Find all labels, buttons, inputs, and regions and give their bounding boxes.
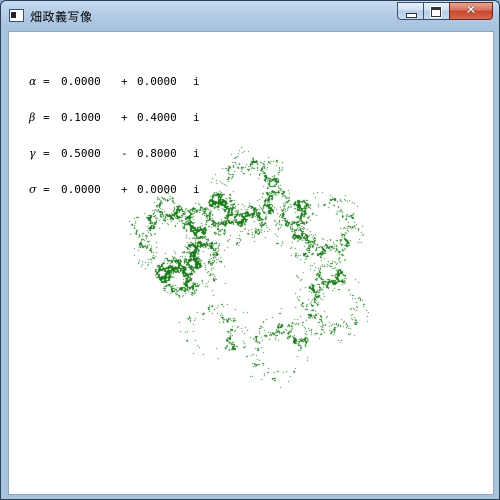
title-bar[interactable]: 畑政義写像 ✕ xyxy=(1,1,499,31)
param-real: 0.0000 xyxy=(61,183,101,196)
param-unit: i xyxy=(193,75,200,88)
param-row-gamma: γ = 0.5000 - 0.8000 i xyxy=(29,148,203,160)
param-row-beta: β = 0.1000 + 0.4000 i xyxy=(29,112,203,124)
window-title: 畑政義写像 xyxy=(30,10,93,24)
minimize-button[interactable] xyxy=(397,2,423,20)
param-row-sigma: σ = 0.0000 + 0.0000 i xyxy=(29,184,203,196)
param-operator: + xyxy=(121,183,128,196)
param-real: 0.0000 xyxy=(61,75,101,88)
param-row-alpha: α = 0.0000 + 0.0000 i xyxy=(29,76,203,88)
param-equals: = xyxy=(43,75,50,88)
parameter-list: α = 0.0000 + 0.0000 i β = 0.1000 + 0.400… xyxy=(29,52,203,220)
param-imag: 0.0000 xyxy=(137,75,177,88)
caption-buttons: ✕ xyxy=(397,2,493,21)
param-equals: = xyxy=(43,111,50,124)
param-symbol: β xyxy=(29,111,36,124)
param-symbol: γ xyxy=(29,147,36,160)
param-symbol: σ xyxy=(29,183,37,196)
canvas-area[interactable]: α = 0.0000 + 0.0000 i β = 0.1000 + 0.400… xyxy=(8,31,494,495)
maximize-icon xyxy=(431,7,441,17)
close-button[interactable]: ✕ xyxy=(449,2,493,20)
param-operator: + xyxy=(121,75,128,88)
param-imag: 0.0000 xyxy=(137,183,177,196)
param-unit: i xyxy=(193,183,200,196)
param-unit: i xyxy=(193,111,200,124)
param-real: 0.1000 xyxy=(61,111,101,124)
param-equals: = xyxy=(43,183,50,196)
app-icon[interactable] xyxy=(9,9,24,22)
close-icon: ✕ xyxy=(465,3,477,18)
app-window: 畑政義写像 ✕ α = 0.0000 + 0.0000 i β = 0.1000… xyxy=(0,0,500,500)
param-operator: + xyxy=(121,111,128,124)
param-operator: - xyxy=(121,147,128,160)
param-real: 0.5000 xyxy=(61,147,101,160)
param-unit: i xyxy=(193,147,200,160)
maximize-button[interactable] xyxy=(423,2,449,20)
minimize-icon xyxy=(406,13,417,18)
param-equals: = xyxy=(43,147,50,160)
param-symbol: α xyxy=(29,75,37,88)
param-imag: 0.8000 xyxy=(137,147,177,160)
param-imag: 0.4000 xyxy=(137,111,177,124)
